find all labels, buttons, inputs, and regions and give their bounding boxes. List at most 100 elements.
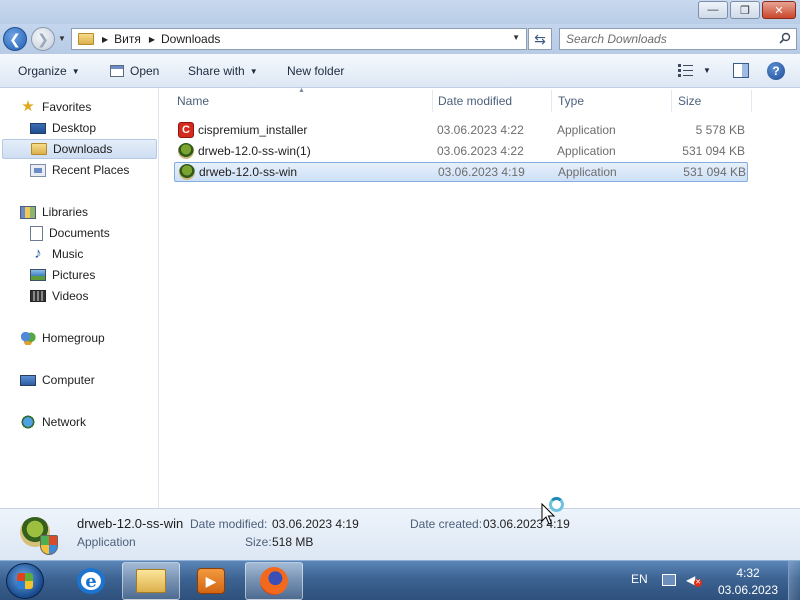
refresh-button[interactable]: ⇆ (528, 28, 552, 50)
taskbar-media-player[interactable]: ▶ (182, 562, 240, 600)
nav-recent-places[interactable]: Recent Places (30, 160, 129, 180)
file-date: 03.06.2023 4:19 (438, 165, 525, 179)
column-header-date[interactable]: Date modified (438, 94, 512, 108)
nav-libraries[interactable]: Libraries (20, 202, 88, 222)
chevron-down-icon: ▼ (71, 66, 80, 76)
file-name: drweb-12.0-ss-win (199, 165, 298, 179)
address-bar[interactable]: ▶ Витя ▶ Downloads ▼ (71, 28, 527, 50)
column-divider[interactable] (551, 90, 552, 112)
organize-button[interactable]: Organize ▼ (18, 64, 80, 78)
new-folder-button[interactable]: New folder (287, 64, 344, 78)
file-row[interactable]: drweb-12.0-ss-win(1) 03.06.2023 4:22 App… (174, 141, 748, 161)
column-header-type[interactable]: Type (558, 94, 584, 108)
cispremium-icon: C (178, 122, 194, 138)
taskbar-firefox[interactable] (245, 562, 303, 600)
nav-computer[interactable]: Computer (20, 370, 95, 390)
details-file-name: drweb-12.0-ss-win (77, 516, 184, 531)
network-tray-icon[interactable] (662, 574, 676, 586)
nav-videos[interactable]: Videos (30, 286, 88, 306)
minimize-button[interactable]: — (698, 1, 728, 19)
media-player-icon: ▶ (197, 568, 225, 594)
help-icon[interactable]: ? (767, 62, 785, 80)
file-type: Application (557, 123, 616, 137)
file-name: cispremium_installer (198, 123, 308, 137)
back-button[interactable]: ❮ (3, 27, 27, 51)
file-size: 531 094 KB (682, 144, 745, 158)
search-icon[interactable] (779, 32, 791, 44)
clock-time[interactable]: 4:32 (718, 566, 778, 580)
breadcrumb-arrow-icon[interactable]: ▶ (149, 35, 155, 44)
details-size: 518 MB (272, 535, 314, 549)
file-row[interactable]: C cispremium_installer 03.06.2023 4:22 A… (174, 120, 748, 140)
windows-explorer-icon (136, 569, 166, 593)
file-row-selected[interactable]: drweb-12.0-ss-win 03.06.2023 4:19 Applic… (174, 162, 748, 182)
taskbar: e ▶ EN ◀ ✕ 4:32 03.06.2023 (0, 560, 800, 600)
firefox-icon (260, 567, 288, 595)
pictures-icon (30, 269, 46, 281)
downloads-folder-icon (31, 143, 47, 155)
nav-documents-label: Documents (49, 226, 110, 240)
column-header-name[interactable]: Name (177, 94, 209, 108)
drweb-icon (179, 164, 195, 180)
recent-pages-dropdown[interactable]: ▼ (58, 34, 66, 43)
address-dropdown-icon[interactable]: ▼ (512, 33, 520, 42)
nav-documents[interactable]: Documents (30, 223, 110, 243)
clock-date[interactable]: 03.06.2023 (713, 583, 783, 597)
maximize-button[interactable]: ❐ (730, 1, 760, 19)
column-divider[interactable] (751, 90, 752, 112)
nav-pictures[interactable]: Pictures (30, 265, 95, 285)
share-with-button[interactable]: Share with ▼ (188, 64, 258, 78)
nav-homegroup[interactable]: Homegroup (20, 328, 105, 348)
nav-favorites[interactable]: ★ Favorites (20, 97, 91, 117)
column-divider[interactable] (432, 90, 433, 112)
mute-icon: ✕ (694, 579, 702, 587)
documents-icon (30, 225, 43, 241)
forward-button[interactable]: ❯ (31, 27, 55, 51)
change-view-icon[interactable] (678, 64, 694, 77)
nav-network-label: Network (42, 415, 87, 429)
start-button[interactable] (6, 563, 44, 599)
breadcrumb-arrow-icon[interactable]: ▶ (102, 35, 108, 44)
file-list: ▲ Name Date modified Type Size C cisprem… (160, 87, 800, 508)
nav-downloads[interactable]: Downloads (2, 139, 157, 159)
sort-ascending-icon: ▲ (298, 87, 305, 94)
search-input[interactable] (560, 29, 770, 49)
details-date-modified-label: Date modified: (190, 517, 268, 531)
nav-favorites-label: Favorites (42, 100, 92, 114)
language-indicator[interactable]: EN (631, 572, 648, 586)
file-type: Application (558, 165, 617, 179)
show-desktop-button[interactable] (788, 561, 800, 600)
search-box[interactable] (559, 28, 797, 50)
column-header-size[interactable]: Size (678, 94, 701, 108)
breadcrumb-user[interactable]: Витя (114, 32, 141, 46)
preview-pane-icon[interactable] (733, 63, 749, 78)
open-button[interactable]: Open (110, 64, 159, 78)
open-label: Open (130, 64, 160, 78)
file-size: 531 094 KB (683, 165, 746, 179)
nav-music[interactable]: ♪ Music (30, 244, 83, 264)
title-bar: — ❐ ✕ (0, 0, 800, 24)
folder-icon (78, 33, 94, 45)
nav-desktop-label: Desktop (52, 121, 97, 135)
videos-icon (30, 290, 46, 302)
nav-videos-label: Videos (52, 289, 89, 303)
desktop-icon (30, 122, 46, 134)
network-icon (20, 415, 36, 429)
column-divider[interactable] (671, 90, 672, 112)
taskbar-internet-explorer[interactable]: e (62, 562, 120, 600)
nav-homegroup-label: Homegroup (42, 331, 105, 345)
nav-music-label: Music (52, 247, 84, 261)
busy-indicator-icon (549, 497, 564, 512)
breadcrumb-downloads[interactable]: Downloads (161, 32, 220, 46)
file-type: Application (557, 144, 616, 158)
details-date-created-label: Date created: (410, 517, 483, 531)
view-dropdown-icon[interactable]: ▼ (703, 66, 711, 75)
nav-desktop[interactable]: Desktop (30, 118, 96, 138)
nav-libraries-label: Libraries (42, 205, 89, 219)
nav-network[interactable]: Network (20, 412, 86, 432)
close-button[interactable]: ✕ (762, 1, 796, 19)
nav-pictures-label: Pictures (52, 268, 96, 282)
drweb-icon (178, 143, 194, 159)
file-date: 03.06.2023 4:22 (437, 123, 524, 137)
taskbar-windows-explorer[interactable] (122, 562, 180, 600)
